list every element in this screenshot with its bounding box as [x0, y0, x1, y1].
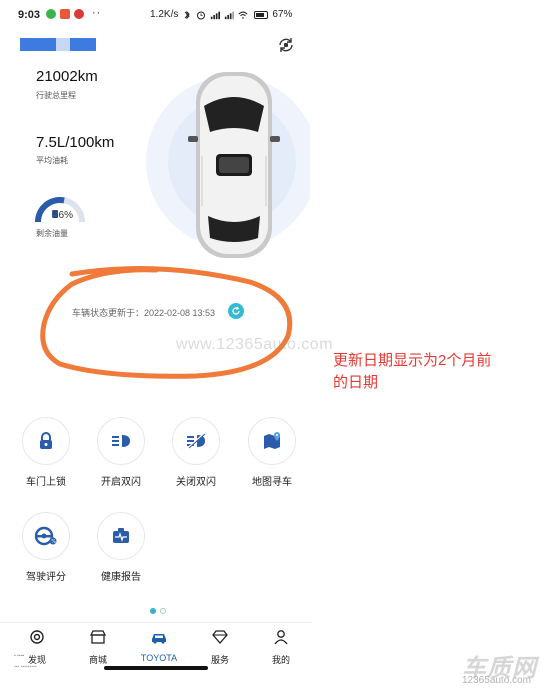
annotation-note: 更新日期显示为2个月前 的日期 — [333, 350, 543, 394]
mileage-value: 21002km — [36, 68, 98, 85]
status-bar: 9:03 ·· 1.2K/s 67% — [0, 0, 312, 30]
battery-icon — [254, 10, 269, 19]
health-report-icon — [97, 512, 145, 560]
mileage-label: 行驶总里程 — [36, 91, 76, 100]
nav-profile-label: 我的 — [271, 655, 290, 665]
car-icon — [152, 634, 166, 644]
steering-wheel-icon: % — [22, 512, 70, 560]
bluetooth-icon — [185, 10, 191, 19]
hazard-off-button[interactable]: 关闭双闪 — [166, 417, 226, 488]
hazard-off-label: 关闭双闪 — [176, 477, 216, 488]
nav-service-label: 服务 — [210, 655, 229, 665]
profile-icon — [274, 630, 288, 645]
lock-doors-label: 车门上锁 — [26, 477, 66, 488]
svg-text:%: % — [51, 539, 56, 545]
home-indicator[interactable] — [104, 666, 208, 670]
page-dot[interactable] — [160, 608, 166, 614]
nav-discover[interactable]: 发现 — [12, 629, 62, 666]
nav-store[interactable]: 商城 — [73, 629, 123, 666]
signal-icon-2 — [225, 11, 235, 19]
site-url: 12365auto.com — [462, 675, 531, 686]
health-report-label: 健康报告 — [101, 572, 141, 583]
redacted-plate-gap — [56, 38, 70, 51]
alarm-icon — [197, 11, 206, 19]
watermark-text: www.12365auto.com — [176, 336, 334, 353]
page-indicator — [150, 608, 166, 614]
nav-service[interactable]: 服务 — [195, 629, 245, 666]
fuel-consumption-label: 平均油耗 — [36, 156, 68, 165]
find-car-map-label: 地图寻车 — [252, 477, 292, 488]
hazard-on-button[interactable]: 开启双闪 — [91, 417, 151, 488]
fuel-consumption-value: 7.5L/100km — [36, 134, 115, 151]
highlight-circle — [40, 266, 293, 379]
status-time: 9:03 — [18, 9, 41, 21]
hazard-off-icon — [172, 417, 220, 465]
battery-percent: 67% — [272, 9, 293, 20]
network-speed: 1.2K/s — [150, 9, 179, 20]
bottom-nav: 发现 商城 TOYOTA 服务 我的 — [0, 622, 312, 670]
wechat-icon — [46, 9, 56, 19]
hazard-on-label: 开启双闪 — [101, 477, 141, 488]
signal-icon — [211, 11, 221, 19]
health-report-button[interactable]: 健康报告 — [91, 512, 151, 583]
driving-score-button[interactable]: % 驾驶评分 — [16, 512, 76, 583]
more-notifications-icon: ·· — [92, 7, 102, 19]
find-car-map-button[interactable]: 地图寻车 — [242, 417, 302, 488]
fuel-level-percent: 56% — [53, 210, 74, 221]
discover-icon — [30, 630, 44, 644]
diamond-icon — [212, 630, 228, 644]
lock-doors-button[interactable]: 车门上锁 — [16, 417, 76, 488]
car-top-view-image — [188, 72, 280, 258]
annotation-line-2: 的日期 — [333, 374, 379, 391]
lock-icon — [22, 417, 70, 465]
map-icon — [248, 417, 296, 465]
status-right: 1.2K/s 67% — [150, 9, 292, 20]
tiny-footnote-2: ▪▪▪ ▪▪▪▪▪▪▪▪▪ — [14, 664, 37, 670]
nav-toyota-label: TOYOTA — [140, 653, 178, 663]
tiny-footnote: ▪ ▪▪▪▪ — [14, 653, 25, 659]
annotation-line-1: 更新日期显示为2个月前 — [333, 352, 492, 369]
driving-score-label: 驾驶评分 — [26, 572, 66, 583]
redacted-plate-part-2 — [70, 38, 96, 51]
red-app-icon — [74, 9, 84, 19]
nav-toyota[interactable]: TOYOTA — [134, 629, 184, 663]
store-icon — [89, 630, 107, 644]
wifi-icon — [238, 11, 248, 19]
switch-vehicle-icon[interactable] — [276, 36, 296, 54]
fuel-level-label: 剩余油量 — [36, 229, 68, 238]
page-dot-active[interactable] — [150, 608, 156, 614]
app-notification-icon — [60, 9, 70, 19]
nav-store-label: 商城 — [88, 655, 107, 665]
notification-icons — [46, 9, 84, 19]
redacted-plate-part — [20, 38, 56, 51]
hazard-on-icon — [97, 417, 145, 465]
nav-profile[interactable]: 我的 — [256, 629, 306, 666]
